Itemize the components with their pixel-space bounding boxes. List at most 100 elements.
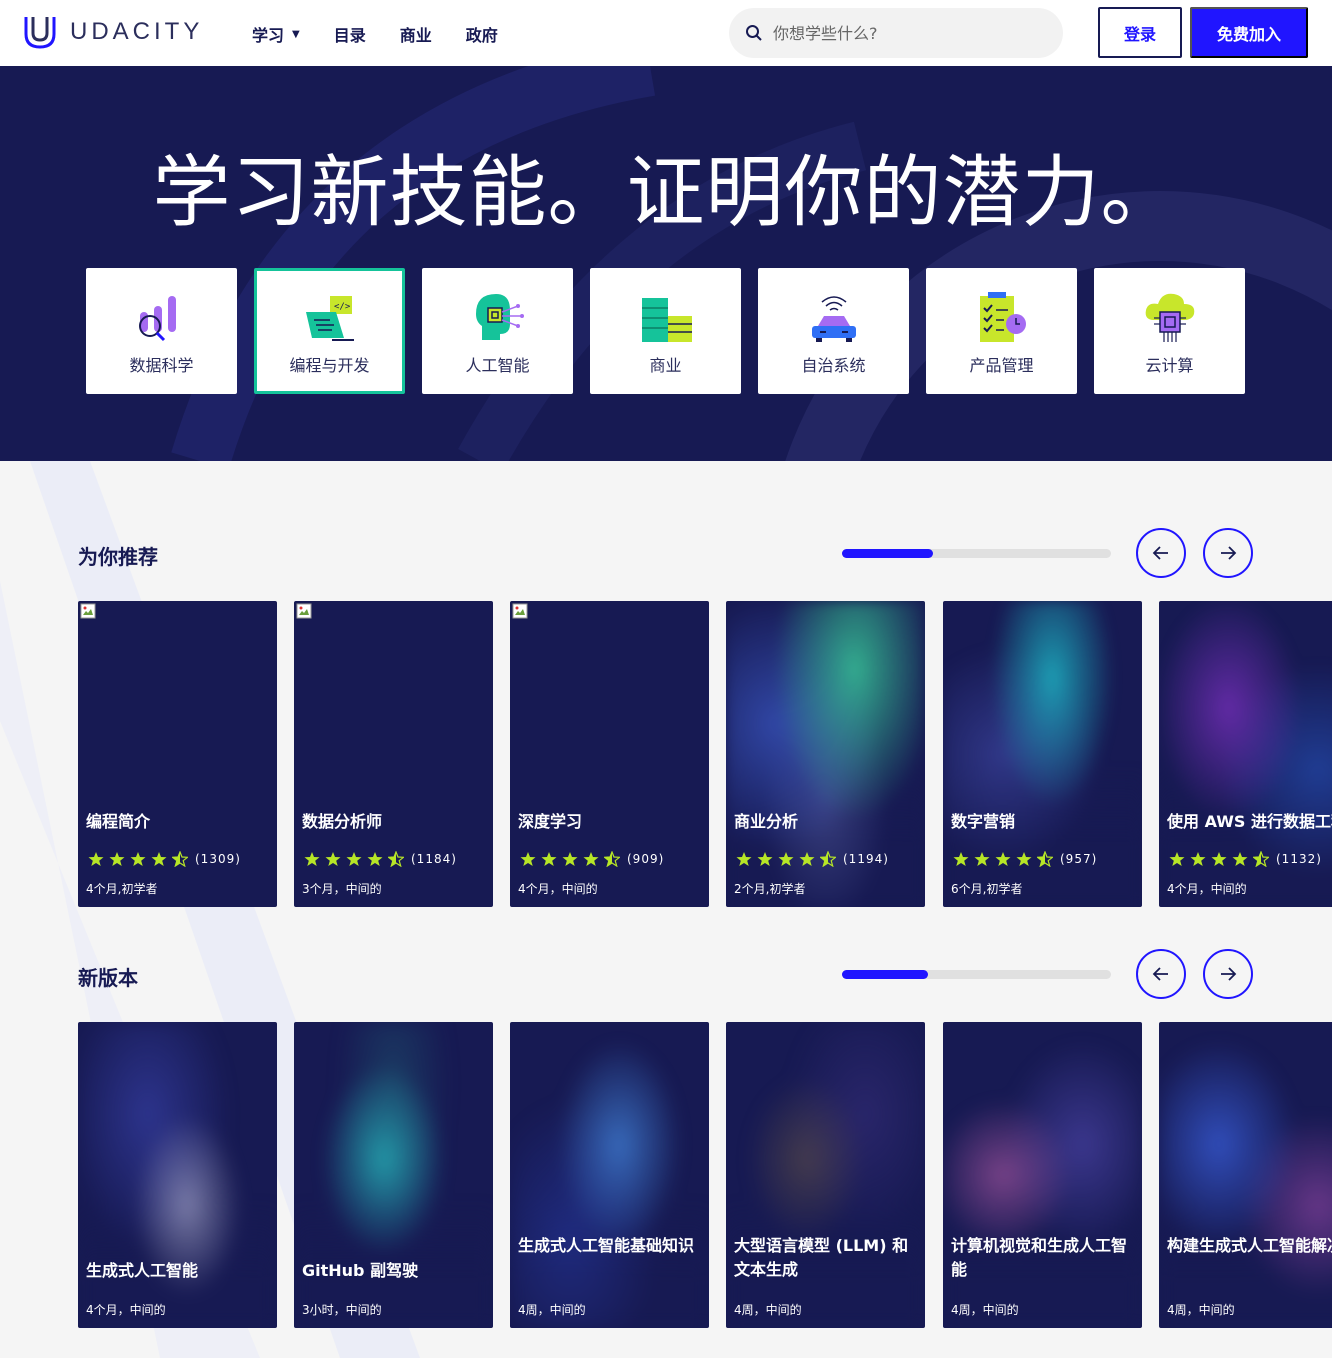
star-icon xyxy=(88,852,104,866)
course-meta: 4周，中间的 xyxy=(518,1303,586,1317)
course-rating: (1194) xyxy=(736,851,889,867)
course-card[interactable]: 数据分析师 (1184) 3个月，中间的 xyxy=(294,601,493,907)
course-meta: 3小时，中间的 xyxy=(302,1303,382,1317)
hero-banner: 学习新技能。证明你的潜力。 数据科学 </> 编程与开发 人工智能 商业 自治系… xyxy=(0,66,1332,461)
arrow-left-icon xyxy=(1152,967,1168,981)
star-icon xyxy=(757,852,773,866)
category-business[interactable]: 商业 xyxy=(590,268,741,394)
star-icon xyxy=(974,852,990,866)
category-label: 人工智能 xyxy=(465,356,530,375)
business-icon xyxy=(641,298,692,342)
rating-count: (1309) xyxy=(195,852,241,866)
star-icon xyxy=(520,852,536,866)
search-box xyxy=(729,8,1063,58)
star-icon xyxy=(367,852,383,866)
course-card[interactable]: 编程简介 (1309) 4个月,初学者 xyxy=(78,601,277,907)
course-rating: (1184) xyxy=(304,851,457,867)
star-icon xyxy=(799,852,815,866)
category-data-science[interactable]: 数据科学 xyxy=(86,268,237,394)
category-label: 产品管理 xyxy=(969,356,1034,375)
nav-learn[interactable]: 学习 ▼ xyxy=(252,22,300,46)
course-card[interactable]: 使用 AWS 进行数据工程 (1132) 4个月，中间的 xyxy=(1159,601,1332,907)
nav-government-label: 政府 xyxy=(465,26,498,45)
category-autonomous[interactable]: 自治系统 xyxy=(758,268,909,394)
course-card[interactable]: GitHub 副驾驶 3小时，中间的 xyxy=(294,1022,493,1328)
star-icon xyxy=(736,852,752,866)
autonomous-car-icon xyxy=(811,296,856,342)
recommended-next-button[interactable] xyxy=(1203,528,1253,578)
course-meta: 4个月，中间的 xyxy=(1167,882,1247,896)
search-icon xyxy=(746,25,762,41)
new-releases-next-button[interactable] xyxy=(1203,949,1253,999)
course-meta: 6个月,初学者 xyxy=(951,882,1023,896)
course-rating: (1309) xyxy=(88,851,241,867)
course-title: 商业分析 xyxy=(734,812,799,831)
nav-business[interactable]: 商业 xyxy=(400,22,432,46)
course-rating: (957) xyxy=(953,851,1097,867)
star-icon xyxy=(953,852,969,866)
arrow-left-icon xyxy=(1152,546,1168,560)
star-icon xyxy=(325,852,341,866)
course-title: 使用 AWS 进行数据工程 xyxy=(1167,812,1332,831)
category-programming[interactable]: </> 编程与开发 xyxy=(254,268,405,394)
half-star-icon xyxy=(388,851,404,867)
course-image xyxy=(943,1022,1142,1328)
course-meta: 4个月,初学者 xyxy=(86,882,158,896)
rating-count: (1194) xyxy=(843,852,889,866)
login-button[interactable]: 登录 xyxy=(1098,7,1182,58)
course-card[interactable]: 计算机视觉和生成人工智能 4周，中间的 xyxy=(943,1022,1142,1328)
course-card[interactable]: 生成式人工智能基础知识 4周，中间的 xyxy=(510,1022,709,1328)
star-icon xyxy=(109,852,125,866)
product-management-icon xyxy=(979,292,1026,342)
nav-government[interactable]: 政府 xyxy=(466,22,498,46)
svg-text:</>: </> xyxy=(334,302,351,312)
cloud-computing-icon xyxy=(1145,293,1194,342)
course-card[interactable]: 构建生成式人工智能解决方案 4周，中间的 xyxy=(1159,1022,1332,1328)
star-icon xyxy=(1169,852,1185,866)
search-input[interactable] xyxy=(773,23,1043,43)
course-title: 深度学习 xyxy=(518,812,583,831)
category-label: 商业 xyxy=(649,356,682,375)
category-label: 自治系统 xyxy=(801,356,866,375)
ai-icon xyxy=(475,294,524,340)
star-icon xyxy=(1211,852,1227,866)
new-releases-section-title: 新版本 xyxy=(78,966,138,990)
course-card[interactable]: 大型语言模型 (LLM) 和文本生成 4周，中间的 xyxy=(726,1022,925,1328)
category-cloud[interactable]: 云计算 xyxy=(1094,268,1245,394)
course-title: 构建生成式人工智能解决方案 xyxy=(1167,1236,1332,1255)
join-free-button[interactable]: 免费加入 xyxy=(1190,7,1308,58)
recommended-carousel-progress xyxy=(842,549,1111,558)
half-star-icon xyxy=(820,851,836,867)
course-title: 计算机视觉和生成人工智能 xyxy=(951,1236,1128,1279)
half-star-icon xyxy=(1253,851,1269,867)
nav-catalog-label: 目录 xyxy=(333,26,366,45)
half-star-icon xyxy=(1037,851,1053,867)
category-ai[interactable]: 人工智能 xyxy=(422,268,573,394)
half-star-icon xyxy=(172,851,188,867)
new-releases-progress-fill xyxy=(842,970,929,979)
course-meta: 4个月，中间的 xyxy=(86,1303,166,1317)
arrow-right-icon xyxy=(1221,967,1237,981)
course-card[interactable]: 深度学习 (909) 4个月，中间的 xyxy=(510,601,709,907)
recommended-prev-button[interactable] xyxy=(1136,528,1186,578)
category-label: 云计算 xyxy=(1145,356,1194,375)
recommended-section-title: 为你推荐 xyxy=(78,545,158,569)
course-card[interactable]: 数字营销 (957) 6个月,初学者 xyxy=(943,601,1142,907)
course-title: 生成式人工智能 xyxy=(86,1261,199,1280)
category-product-management[interactable]: 产品管理 xyxy=(926,268,1077,394)
rating-count: (957) xyxy=(1060,852,1098,866)
udacity-logo-icon xyxy=(24,17,56,49)
star-icon xyxy=(1232,852,1248,866)
course-card[interactable]: 生成式人工智能 4个月，中间的 xyxy=(78,1022,277,1328)
course-card[interactable]: 商业分析 (1194) 2个月,初学者 xyxy=(726,601,925,907)
hero-background-decoration xyxy=(171,66,1332,461)
new-releases-prev-button[interactable] xyxy=(1136,949,1186,999)
nav-catalog[interactable]: 目录 xyxy=(334,22,366,46)
main-nav: 学习 ▼ 目录 商业 政府 xyxy=(252,22,532,46)
course-image xyxy=(1159,1022,1332,1328)
course-meta: 4个月，中间的 xyxy=(518,882,598,896)
udacity-logo[interactable]: UDACITY xyxy=(22,14,203,50)
star-icon xyxy=(995,852,1011,866)
nav-business-label: 商业 xyxy=(399,26,432,45)
course-title: GitHub 副驾驶 xyxy=(302,1261,419,1280)
